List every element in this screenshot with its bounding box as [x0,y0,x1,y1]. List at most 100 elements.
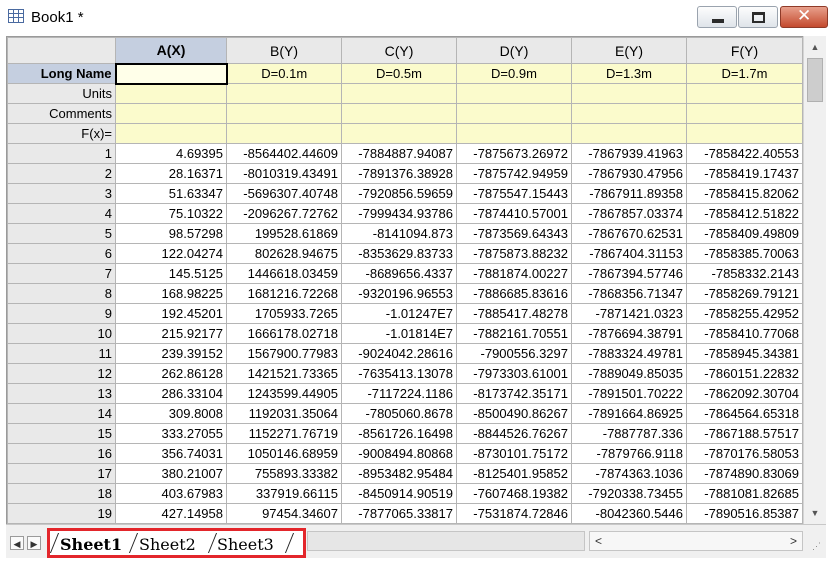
scroll-left-icon[interactable]: < [595,532,602,550]
metadata-cell-a[interactable] [114,62,228,85]
data-cell-b[interactable]: -2096267.72762 [226,203,342,224]
data-cell-c[interactable]: -9024042.28616 [341,343,457,364]
data-cell-b[interactable]: 1152271.76719 [226,423,342,444]
metadata-row-label[interactable]: Units [7,83,116,104]
data-cell-a[interactable]: 192.45201 [115,303,227,324]
data-cell-b[interactable]: 1421521.73365 [226,363,342,384]
data-cell-b[interactable]: -8564402.44609 [226,143,342,164]
data-cell-f[interactable]: -7890516.85387 [686,503,803,524]
tab-sheet1[interactable]: Sheet1 [60,535,122,554]
data-cell-b[interactable]: 1192031.35064 [226,403,342,424]
data-cell-f[interactable]: -7858269.79121 [686,283,803,304]
row-number[interactable]: 13 [7,383,116,404]
data-cell-a[interactable]: 239.39152 [115,343,227,364]
column-header-e[interactable]: E(Y) [571,37,687,64]
data-cell-c[interactable]: -8689656.4337 [341,263,457,284]
data-cell-e[interactable]: -7867911.89358 [571,183,687,204]
data-cell-e[interactable]: -7867857.03374 [571,203,687,224]
close-button[interactable]: ✕ [780,6,828,28]
tab-sheet3[interactable]: Sheet3 [217,535,274,554]
data-cell-c[interactable]: -7999434.93786 [341,203,457,224]
data-cell-f[interactable]: -7870176.58053 [686,443,803,464]
metadata-cell-a[interactable] [115,103,227,124]
data-cell-d[interactable]: -7882161.70551 [456,323,572,344]
data-cell-e[interactable]: -7891664.86925 [571,403,687,424]
data-cell-c[interactable]: -9008494.80868 [341,443,457,464]
data-cell-b[interactable]: 1666178.02718 [226,323,342,344]
data-cell-e[interactable]: -7920338.73455 [571,483,687,504]
data-cell-d[interactable]: -7531874.72846 [456,503,572,524]
scroll-down-icon[interactable]: ▼ [804,503,826,523]
data-cell-b[interactable]: 802628.94675 [226,243,342,264]
data-cell-e[interactable]: -7867670.62531 [571,223,687,244]
data-cell-e[interactable]: -7883324.49781 [571,343,687,364]
data-cell-f[interactable]: -7858385.70063 [686,243,803,264]
metadata-cell-c[interactable]: D=0.5m [341,63,457,84]
column-header-b[interactable]: B(Y) [226,37,342,64]
data-cell-a[interactable]: 98.57298 [115,223,227,244]
row-number[interactable]: 12 [7,363,116,384]
data-cell-a[interactable]: 4.69395 [115,143,227,164]
data-cell-e[interactable]: -7871421.0323 [571,303,687,324]
metadata-cell-a[interactable] [115,123,227,144]
minimize-button[interactable] [697,6,737,28]
metadata-cell-b[interactable] [226,103,342,124]
data-cell-f[interactable]: -7862092.30704 [686,383,803,404]
metadata-cell-b[interactable] [226,83,342,104]
metadata-cell-e[interactable] [571,103,687,124]
data-cell-b[interactable]: 1243599.44905 [226,383,342,404]
data-cell-a[interactable]: 75.10322 [115,203,227,224]
data-cell-a[interactable]: 168.98225 [115,283,227,304]
data-cell-f[interactable]: -7858412.51822 [686,203,803,224]
data-cell-c[interactable]: -8141094.873 [341,223,457,244]
data-cell-e[interactable]: -7889049.85035 [571,363,687,384]
data-cell-c[interactable]: -7117224.1186 [341,383,457,404]
data-cell-e[interactable]: -7879766.9118 [571,443,687,464]
row-number[interactable]: 11 [7,343,116,364]
metadata-cell-f[interactable]: D=1.7m [686,63,803,84]
data-cell-e[interactable]: -7891501.70222 [571,383,687,404]
metadata-row-label[interactable]: F(x)= [7,123,116,144]
data-cell-a[interactable]: 356.74031 [115,443,227,464]
data-cell-b[interactable]: 97454.34607 [226,503,342,524]
data-cell-c[interactable]: -1.01814E7 [341,323,457,344]
row-number[interactable]: 4 [7,203,116,224]
data-cell-e[interactable]: -7867939.41963 [571,143,687,164]
row-number[interactable]: 16 [7,443,116,464]
data-cell-b[interactable]: 1567900.77983 [226,343,342,364]
row-number[interactable]: 17 [7,463,116,484]
data-cell-f[interactable]: -7867188.57517 [686,423,803,444]
metadata-cell-b[interactable] [226,123,342,144]
resize-grip-icon[interactable]: ⋰ [812,540,824,552]
row-number[interactable]: 9 [7,303,116,324]
row-number[interactable]: 8 [7,283,116,304]
data-cell-d[interactable]: -7900556.3297 [456,343,572,364]
data-cell-d[interactable]: -8173742.35171 [456,383,572,404]
metadata-cell-c[interactable] [341,83,457,104]
data-cell-c[interactable]: -7877065.33817 [341,503,457,524]
data-cell-b[interactable]: 1705933.7265 [226,303,342,324]
scroll-right-icon[interactable]: > [790,532,797,550]
data-cell-c[interactable]: -1.01247E7 [341,303,457,324]
metadata-cell-f[interactable] [686,103,803,124]
row-number[interactable]: 2 [7,163,116,184]
data-cell-e[interactable]: -8042360.5446 [571,503,687,524]
data-cell-c[interactable]: -8450914.90519 [341,483,457,504]
row-number[interactable]: 6 [7,243,116,264]
row-number[interactable]: 18 [7,483,116,504]
row-number[interactable]: 15 [7,423,116,444]
metadata-cell-c[interactable] [341,123,457,144]
data-cell-a[interactable]: 309.8008 [115,403,227,424]
data-cell-c[interactable]: -9320196.96553 [341,283,457,304]
data-cell-d[interactable]: -7875547.15443 [456,183,572,204]
data-cell-e[interactable]: -7876694.38791 [571,323,687,344]
data-cell-c[interactable]: -7891376.38928 [341,163,457,184]
data-cell-f[interactable]: -7858410.77068 [686,323,803,344]
data-cell-d[interactable]: -7875873.88232 [456,243,572,264]
data-cell-a[interactable]: 28.16371 [115,163,227,184]
data-cell-d[interactable]: -8730101.75172 [456,443,572,464]
data-cell-b[interactable]: 1681216.72268 [226,283,342,304]
horizontal-scrollbar[interactable]: < > [589,531,803,551]
data-cell-e[interactable]: -7874363.1036 [571,463,687,484]
data-cell-f[interactable]: -7858415.82062 [686,183,803,204]
